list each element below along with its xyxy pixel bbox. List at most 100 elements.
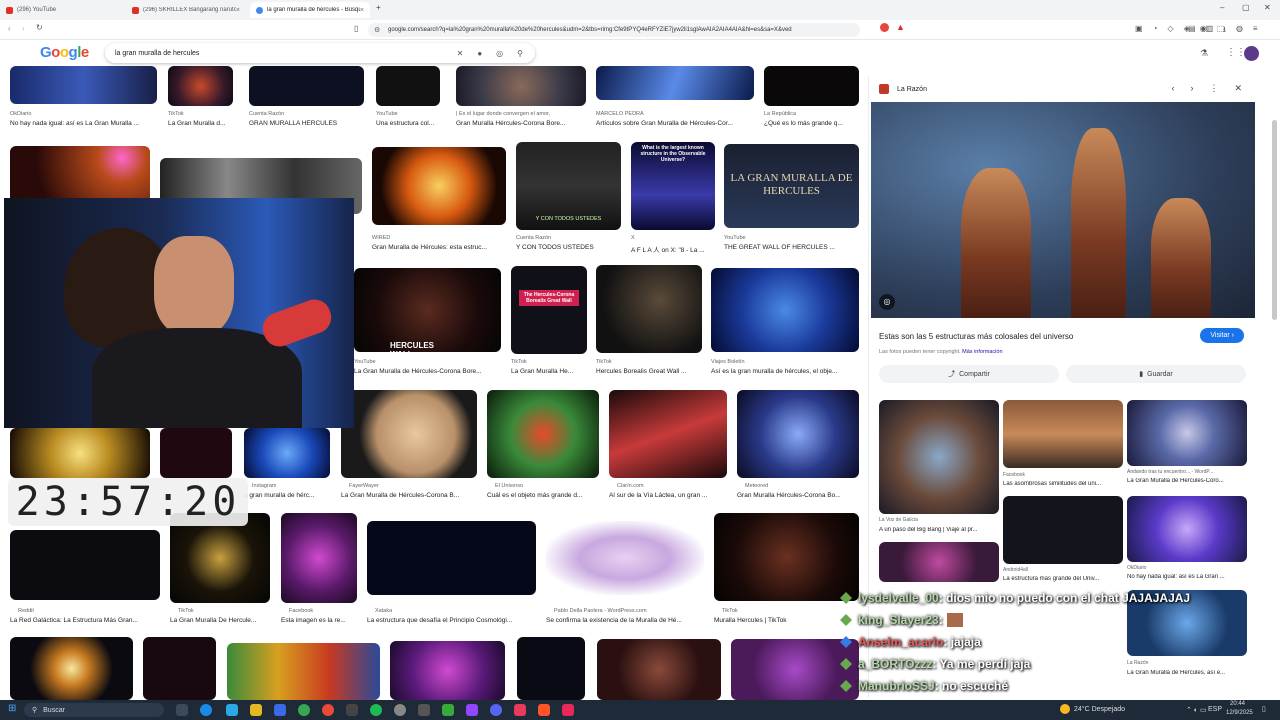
result-image[interactable] <box>170 513 270 603</box>
close-window-icon[interactable]: ✕ <box>1264 3 1271 12</box>
result-image[interactable] <box>168 66 233 106</box>
result-image[interactable] <box>281 513 357 603</box>
close-icon[interactable]: × <box>236 7 240 14</box>
app-icon[interactable] <box>418 704 430 716</box>
tab-youtube[interactable]: (296) YouTube <box>0 2 124 18</box>
result-image[interactable] <box>511 266 587 354</box>
result-image[interactable] <box>764 66 859 106</box>
profile-icon[interactable]: ◍ <box>1236 24 1243 38</box>
close-icon[interactable]: ✕ <box>1234 83 1242 94</box>
result-image[interactable] <box>10 428 150 478</box>
preview-image[interactable]: ◎ <box>871 102 1255 318</box>
chrome-icon[interactable] <box>298 704 310 716</box>
more-info-link[interactable]: Más información <box>962 349 1002 355</box>
related-image[interactable] <box>1127 496 1247 562</box>
extension-icon[interactable]: ◇ <box>1167 24 1173 33</box>
page-scrollbar[interactable] <box>1272 120 1277 320</box>
result-image[interactable] <box>10 66 157 104</box>
weather-icon[interactable] <box>1060 704 1070 714</box>
related-image[interactable] <box>1003 496 1123 564</box>
result-image[interactable] <box>390 641 505 700</box>
avatar[interactable] <box>1244 46 1259 61</box>
extension-icon[interactable]: ◔ <box>1153 24 1158 33</box>
apps-grid-icon[interactable]: ⋮⋮ <box>1226 47 1246 58</box>
lens-icon[interactable]: ◎ <box>879 294 895 310</box>
google-logo[interactable]: Google <box>40 44 89 61</box>
spotify-icon[interactable] <box>370 704 382 716</box>
result-image[interactable] <box>487 390 599 478</box>
brave-icon[interactable] <box>538 704 550 716</box>
result-image[interactable] <box>596 265 702 353</box>
related-image[interactable] <box>879 400 999 514</box>
related-image[interactable] <box>879 542 999 582</box>
previous-icon[interactable]: ‹ <box>1171 83 1174 94</box>
result-image[interactable] <box>376 66 440 106</box>
site-info-icon[interactable]: ⚙ <box>374 26 380 34</box>
panel-source[interactable]: La Razón <box>879 84 927 94</box>
notification-icon[interactable]: ▯ <box>1262 705 1266 713</box>
search-icon[interactable]: ⚲ <box>517 49 523 58</box>
reload-icon[interactable]: ↻ <box>36 23 43 32</box>
downloads-icon[interactable]: ⭳ <box>1223 24 1226 38</box>
labs-icon[interactable]: ⚗ <box>1200 48 1208 59</box>
new-tab-button[interactable]: + <box>376 3 381 12</box>
result-image[interactable] <box>711 268 859 352</box>
minimize-icon[interactable]: – <box>1220 3 1224 12</box>
task-view-icon[interactable] <box>176 704 188 716</box>
maximize-icon[interactable]: ▢ <box>1242 3 1250 12</box>
back-icon[interactable]: ‹ <box>8 24 11 33</box>
copilot-icon[interactable] <box>226 704 238 716</box>
result-image[interactable] <box>244 428 330 478</box>
result-image[interactable] <box>597 639 721 700</box>
store-icon[interactable] <box>274 704 286 716</box>
more-icon[interactable]: ⋮ <box>1209 83 1218 94</box>
related-image[interactable] <box>1003 400 1123 468</box>
xbox-icon[interactable] <box>442 704 454 716</box>
result-image[interactable] <box>341 390 477 478</box>
edge-icon[interactable] <box>200 704 212 716</box>
share-button[interactable]: ⤴ Compartir <box>879 365 1059 383</box>
tab-google-search[interactable]: la gran muralla de hercules - Búsqu × <box>250 2 370 18</box>
search-input[interactable]: la gran muralla de hercules ✕ ● ◎ ⚲ <box>105 43 535 63</box>
save-button[interactable]: ▮ Guardar <box>1066 365 1246 383</box>
forward-icon[interactable]: › <box>22 24 25 33</box>
result-image[interactable] <box>354 268 501 352</box>
result-image[interactable] <box>160 428 232 478</box>
result-image[interactable] <box>143 637 216 700</box>
result-image[interactable] <box>596 66 754 100</box>
wallet-icon[interactable]: ▥ <box>1206 24 1214 38</box>
file-explorer-icon[interactable] <box>250 704 262 716</box>
result-image[interactable] <box>10 530 160 600</box>
result-image[interactable] <box>609 390 727 478</box>
preview-title[interactable]: Estas son las 5 estructuras más colosale… <box>879 332 1073 341</box>
result-image[interactable] <box>372 147 506 225</box>
result-image[interactable] <box>517 637 585 700</box>
twitch-icon[interactable] <box>466 704 478 716</box>
brave-shield-icon[interactable] <box>880 23 889 32</box>
discord-icon[interactable] <box>490 704 502 716</box>
app-icon[interactable] <box>322 704 334 716</box>
app-icon[interactable] <box>514 704 526 716</box>
lens-icon[interactable]: ◎ <box>496 49 503 58</box>
visit-button[interactable]: Visitar › <box>1200 328 1244 343</box>
close-icon[interactable]: × <box>360 7 364 14</box>
warning-icon[interactable]: ▲ <box>896 22 905 32</box>
result-image[interactable] <box>10 637 133 700</box>
clear-icon[interactable]: ✕ <box>457 49 464 58</box>
next-icon[interactable]: › <box>1190 83 1193 94</box>
sidebar-icon[interactable]: ▤ <box>1188 24 1196 38</box>
menu-icon[interactable]: ≡ <box>1253 24 1258 38</box>
related-image[interactable] <box>1127 400 1247 466</box>
windows-start-icon[interactable]: ⊞ <box>8 703 16 714</box>
result-image[interactable] <box>456 66 586 106</box>
tiktok-icon[interactable] <box>562 704 574 716</box>
taskbar-search[interactable]: ⚲ Buscar <box>24 703 164 717</box>
result-image[interactable] <box>227 643 380 700</box>
mic-icon[interactable]: ● <box>477 49 482 58</box>
app-icon[interactable] <box>394 704 406 716</box>
extension-icon[interactable]: ▣ <box>1135 24 1143 33</box>
tray-icons[interactable]: ⌃ ◐ ▭ <box>1186 706 1207 714</box>
result-image[interactable] <box>737 390 859 478</box>
url-input[interactable]: ⚙ google.com/search?q=la%20gran%20murall… <box>368 23 860 37</box>
result-image[interactable] <box>546 521 704 595</box>
